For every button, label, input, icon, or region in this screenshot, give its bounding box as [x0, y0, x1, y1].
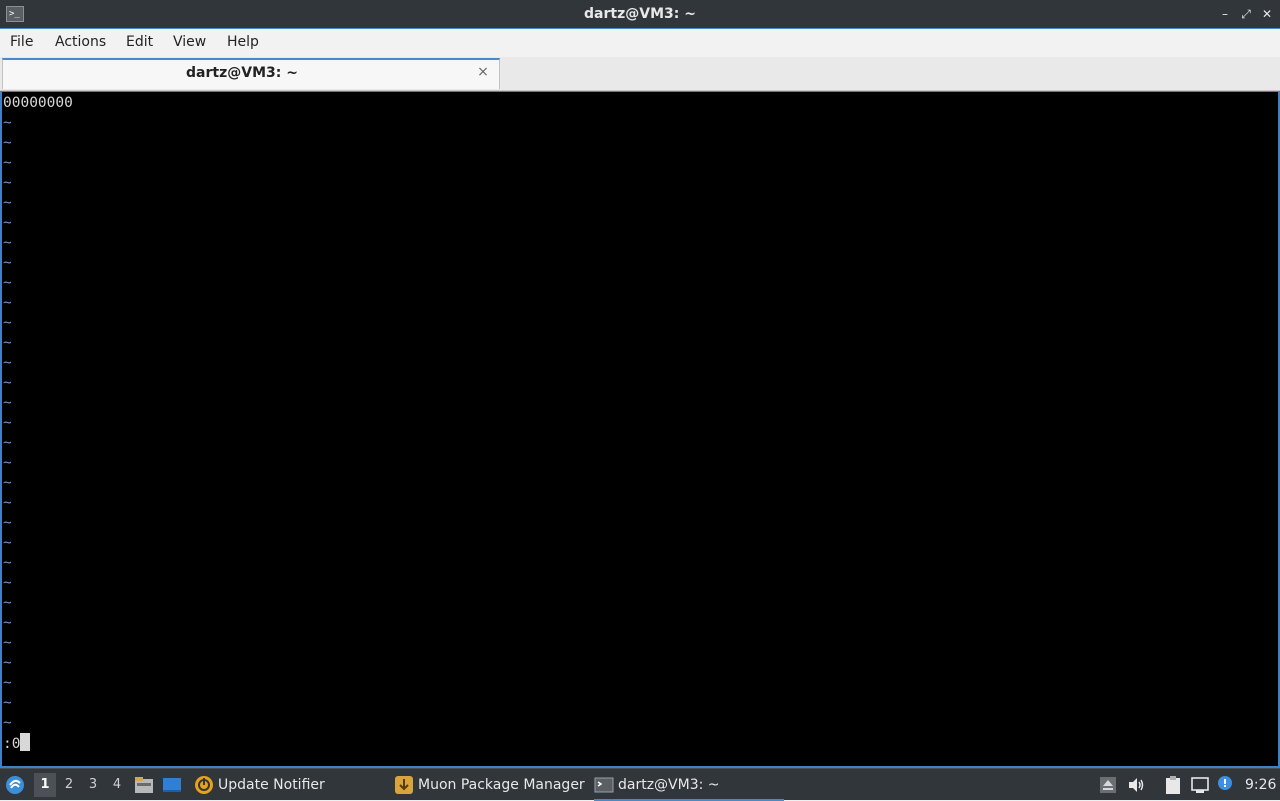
desktop-1-button[interactable]: 1 — [34, 773, 56, 797]
eject-icon[interactable] — [1098, 775, 1118, 795]
menu-actions[interactable]: Actions — [55, 29, 106, 57]
empty-line-tilde: ~ — [3, 315, 12, 331]
empty-line-tilde: ~ — [3, 235, 12, 251]
tab-bar: dartz@VM3: ~ × — [0, 57, 1280, 91]
network-icon[interactable] — [1190, 775, 1210, 795]
terminal-icon — [594, 777, 614, 793]
update-notifier-icon — [195, 776, 213, 794]
empty-line-tilde: ~ — [3, 355, 12, 371]
window-titlebar: >_ dartz@VM3: ~ – ⤢ ✕ — [0, 0, 1280, 29]
empty-line-tilde: ~ — [3, 275, 12, 291]
empty-line-tilde: ~ — [3, 395, 12, 411]
taskbar: 1 2 3 4 Update Notifier Muon Package Man… — [0, 768, 1280, 801]
task-label: Update Notifier — [218, 777, 325, 793]
empty-line-tilde: ~ — [3, 415, 12, 431]
task-muon-package-manager[interactable]: Muon Package Manager — [394, 769, 585, 801]
menu-view[interactable]: View — [173, 29, 206, 57]
empty-line-tilde: ~ — [3, 135, 12, 151]
empty-line-tilde: ~ — [3, 295, 12, 311]
empty-line-tilde: ~ — [3, 515, 12, 531]
minimize-button[interactable]: – — [1216, 5, 1234, 23]
notification-icon[interactable] — [1216, 775, 1236, 795]
menu-edit[interactable]: Edit — [126, 29, 153, 57]
desktop-3-button[interactable]: 3 — [82, 773, 104, 797]
empty-line-tilde: ~ — [3, 375, 12, 391]
menu-help[interactable]: Help — [227, 29, 259, 57]
text-cursor — [20, 733, 31, 751]
clipboard-icon[interactable] — [1163, 775, 1183, 795]
empty-line-tilde: ~ — [3, 615, 12, 631]
tab-label: dartz@VM3: ~ — [186, 65, 298, 81]
tab-close-icon[interactable]: × — [475, 64, 491, 80]
menu-file[interactable]: File — [10, 29, 33, 57]
empty-line-tilde: ~ — [3, 215, 12, 231]
task-terminal[interactable]: dartz@VM3: ~ — [594, 769, 784, 801]
task-update-notifier[interactable]: Update Notifier — [194, 769, 384, 801]
task-label: Muon Package Manager — [418, 777, 585, 793]
empty-line-tilde: ~ — [3, 175, 12, 191]
command-text: :0 — [3, 736, 21, 752]
empty-line-tilde: ~ — [3, 535, 12, 551]
empty-line-tilde: ~ — [3, 155, 12, 171]
empty-line-tilde: ~ — [3, 495, 12, 511]
empty-line-tilde: ~ — [3, 255, 12, 271]
buffer-line: 00000000 — [3, 95, 73, 111]
empty-line-tilde: ~ — [3, 715, 12, 731]
clock[interactable]: 9:26 — [1245, 769, 1276, 801]
desktop-2-button[interactable]: 2 — [58, 773, 80, 797]
task-label: dartz@VM3: ~ — [618, 777, 720, 793]
maximize-button[interactable]: ⤢ — [1237, 5, 1255, 23]
empty-line-tilde: ~ — [3, 635, 12, 651]
empty-line-tilde: ~ — [3, 675, 12, 691]
empty-line-tilde: ~ — [3, 335, 12, 351]
menu-bar: File Actions Edit View Help — [0, 29, 1280, 57]
empty-line-tilde: ~ — [3, 435, 12, 451]
empty-line-tilde: ~ — [3, 575, 12, 591]
empty-line-tilde: ~ — [3, 115, 12, 131]
volume-icon[interactable] — [1126, 775, 1146, 795]
desktop-4-button[interactable]: 4 — [106, 773, 128, 797]
tab-terminal[interactable]: dartz@VM3: ~ × — [2, 58, 500, 89]
empty-line-tilde: ~ — [3, 695, 12, 711]
start-menu-icon[interactable] — [5, 775, 25, 795]
muon-package-icon — [395, 776, 413, 794]
show-desktop-icon[interactable] — [162, 775, 182, 795]
close-button[interactable]: ✕ — [1258, 5, 1276, 23]
empty-line-tilde: ~ — [3, 455, 12, 471]
empty-line-tilde: ~ — [3, 655, 12, 671]
empty-line-tilde: ~ — [3, 195, 12, 211]
file-manager-icon[interactable] — [134, 775, 154, 795]
empty-line-tilde: ~ — [3, 555, 12, 571]
terminal-view[interactable]: 00000000 ~ ~ ~ ~ ~ ~ ~ ~ ~ ~ ~ ~ ~ ~ ~ ~ ~ ~ ~ ~ ~ ~ ~ ~ ~ ~ ~ ~ ~ ~ ~… — [0, 91, 1280, 768]
command-line[interactable]: :0 — [3, 733, 31, 754]
window-title: dartz@VM3: ~ — [584, 6, 696, 22]
empty-line-tilde: ~ — [3, 475, 12, 491]
empty-line-tilde: ~ — [3, 595, 12, 611]
